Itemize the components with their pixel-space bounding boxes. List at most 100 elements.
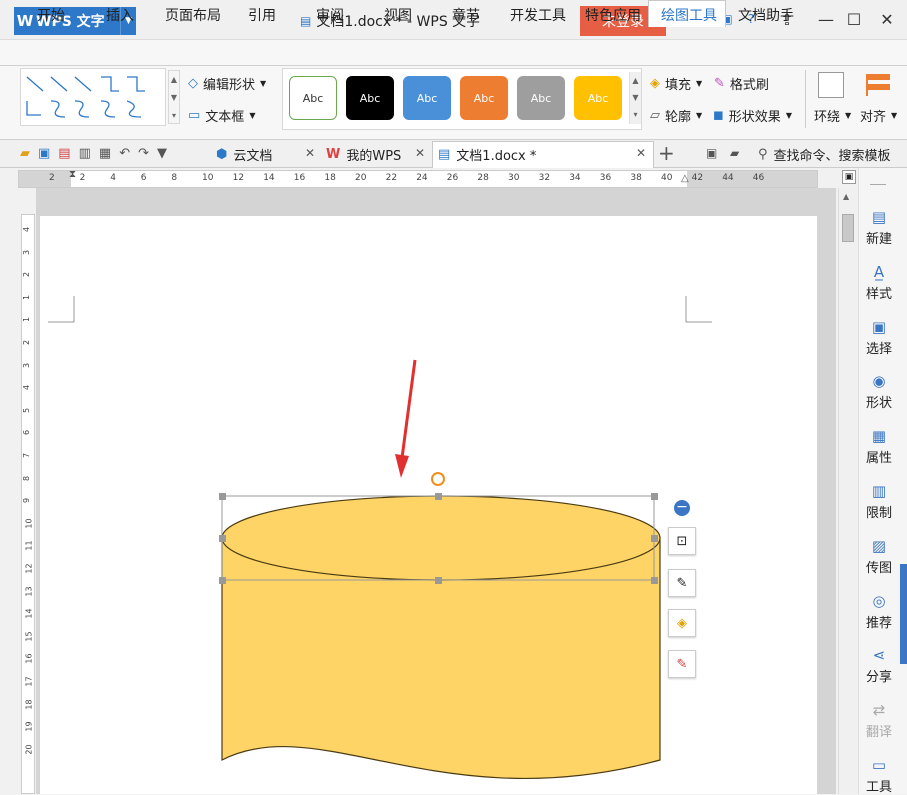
pane-toggle-icon[interactable]: ▣ bbox=[842, 170, 856, 184]
undo-icon[interactable]: ↶ bbox=[119, 146, 138, 161]
menu-page-layout[interactable]: 页面布局 bbox=[165, 5, 221, 25]
shape-style-2[interactable]: Abc bbox=[346, 76, 394, 120]
shape-top[interactable] bbox=[221, 495, 661, 581]
shape-style-1[interactable]: Abc bbox=[289, 76, 337, 120]
pane-item-share[interactable]: ⋖ 分享 bbox=[858, 646, 900, 685]
tab-mywps[interactable]: W 我的WPS bbox=[326, 142, 401, 166]
outline-label: 轮廓 bbox=[665, 110, 692, 125]
pane-expand-handle[interactable] bbox=[900, 564, 907, 664]
chevron-down-icon: ▼ bbox=[249, 111, 256, 120]
vertical-scrollbar[interactable]: ▲ bbox=[838, 188, 856, 794]
menu-references[interactable]: 引用 bbox=[248, 5, 276, 25]
align-button[interactable]: 对齐 ▼ bbox=[860, 106, 897, 125]
style-scroll[interactable]: ▲ ▼ ▾ bbox=[629, 72, 641, 124]
close-button[interactable]: ✕ bbox=[876, 8, 898, 32]
new-tab-icon[interactable]: + bbox=[658, 141, 675, 165]
command-search-label: 查找命令、搜索模板 bbox=[773, 148, 891, 164]
export-pdf-icon[interactable]: ▤ bbox=[58, 146, 78, 161]
menu-developer[interactable]: 开发工具 bbox=[510, 5, 566, 25]
fill-button[interactable]: ◈ 填充 ▼ bbox=[650, 74, 702, 93]
pane-item-label: 形状 bbox=[865, 396, 892, 412]
pane-item-property[interactable]: ▦ 属性 bbox=[858, 427, 900, 466]
pane-item-select[interactable]: ▣ 选择 bbox=[858, 318, 900, 357]
menu-home[interactable]: 开始 bbox=[37, 5, 65, 25]
menu-review[interactable]: 审阅 bbox=[316, 5, 344, 25]
right-indent-marker[interactable]: △ bbox=[681, 173, 689, 184]
text-box-icon: ▭ bbox=[188, 108, 201, 123]
menu-special[interactable]: 特色应用 bbox=[585, 5, 641, 25]
shape-style-3[interactable]: Abc bbox=[403, 76, 451, 120]
tab-cloud-docs[interactable]: ⬢ 云文档 bbox=[216, 142, 272, 166]
edit-shape-button[interactable]: ◇ 编辑形状 ▼ bbox=[188, 74, 266, 93]
scroll-up-icon[interactable]: ▲ bbox=[843, 192, 849, 201]
chevron-down-icon[interactable]: ▼ bbox=[157, 146, 175, 161]
format-brush-button[interactable]: ✎ 格式刷 bbox=[714, 74, 769, 93]
ruler-tick-label: 20 bbox=[355, 173, 367, 183]
outline-pen-icon[interactable]: ✎ bbox=[668, 650, 696, 678]
shape-effect-icon: ◼ bbox=[713, 108, 724, 123]
scroll-thumb[interactable] bbox=[842, 214, 854, 242]
collapse-minus-icon[interactable]: − bbox=[674, 500, 690, 516]
ruler-tick-label: 16 bbox=[293, 173, 306, 183]
ruler-tick-label: 16 bbox=[24, 653, 34, 664]
document-icon: ▤ bbox=[300, 14, 312, 28]
tab-document[interactable]: ▤ 文档1.docx * bbox=[438, 142, 536, 166]
pane-item-shape[interactable]: ◉ 形状 bbox=[858, 372, 900, 411]
line-shapes-gallery[interactable] bbox=[20, 68, 166, 126]
pane-item-style[interactable]: A̲ 样式 bbox=[858, 263, 900, 302]
maximize-button[interactable]: ☐ bbox=[843, 8, 865, 32]
menu-chapter[interactable]: 章节 bbox=[452, 5, 480, 25]
open-icon[interactable]: ▰ bbox=[20, 146, 38, 161]
tools-icon: ▭ bbox=[871, 756, 887, 774]
menu-insert[interactable]: 插入 bbox=[106, 5, 134, 25]
share-icon: ⋖ bbox=[872, 646, 886, 665]
pane-item-translate[interactable]: ⇄ 翻译 bbox=[858, 701, 900, 740]
pane-item-label: 样式 bbox=[865, 286, 892, 302]
minimize-button[interactable]: — bbox=[815, 8, 837, 32]
pane-item-restrict[interactable]: ▥ 限制 bbox=[858, 482, 900, 521]
indent-marker[interactable]: ⧗ bbox=[69, 169, 76, 180]
pane-item-upload-image[interactable]: ▨ 传图 bbox=[858, 537, 900, 576]
shape-style-5[interactable]: Abc bbox=[517, 76, 565, 120]
brush-icon: ✎ bbox=[714, 76, 725, 91]
shape-effect-button[interactable]: ◼ 形状效果 ▼ bbox=[713, 106, 792, 125]
save-icon[interactable]: ▣ bbox=[38, 146, 58, 161]
wrap-button[interactable]: 环绕 ▼ bbox=[814, 106, 851, 125]
close-tab-icon[interactable]: ✕ bbox=[636, 146, 646, 160]
ruler-tick-label: 36 bbox=[599, 173, 612, 183]
print-icon[interactable]: ▥ bbox=[79, 146, 99, 161]
ruler-tick-label: 11 bbox=[24, 540, 34, 551]
menu-doc-assistant[interactable]: 文档助手 bbox=[738, 5, 794, 25]
text-box-button[interactable]: ▭ 文本框 ▼ bbox=[188, 106, 255, 125]
pane-item-recommend[interactable]: ◎ 推荐 bbox=[858, 592, 900, 631]
ruler-tick-label: 1 bbox=[22, 294, 32, 300]
tab-list-icon[interactable]: ▰ bbox=[730, 146, 739, 160]
shape-style-4[interactable]: Abc bbox=[460, 76, 508, 120]
chevron-down-icon: ▼ bbox=[845, 111, 852, 120]
print-preview-icon[interactable]: ▦ bbox=[99, 146, 119, 161]
wps-logo-icon: W bbox=[16, 12, 34, 30]
close-tab-icon[interactable]: ✕ bbox=[305, 146, 315, 160]
redo-icon[interactable]: ↷ bbox=[138, 146, 157, 161]
fill-bucket-icon[interactable]: ◈ bbox=[668, 609, 696, 637]
edit-shape-icon: ◇ bbox=[188, 76, 198, 91]
shape-style-6[interactable]: Abc bbox=[574, 76, 622, 120]
pane-item-tools[interactable]: ▭ 工具 bbox=[858, 756, 900, 795]
layout-options-icon[interactable]: ⊡ bbox=[668, 527, 696, 555]
rotate-handle[interactable] bbox=[431, 472, 445, 486]
edit-shape-quick-icon[interactable]: ✎ bbox=[668, 569, 696, 597]
menu-drawing-tools[interactable]: 绘图工具 bbox=[661, 5, 717, 25]
ruler-tick-label: 8 bbox=[22, 475, 32, 481]
quick-access-toolbar[interactable]: ▰▣▤▥▦↶↷▼ bbox=[20, 146, 175, 161]
gallery-scroll[interactable]: ▲ ▼ ▾ bbox=[168, 70, 180, 124]
document-icon: ▤ bbox=[438, 146, 451, 162]
close-tab-icon[interactable]: ✕ bbox=[415, 146, 425, 160]
menu-view[interactable]: 视图 bbox=[384, 5, 412, 25]
outline-button[interactable]: ▱ 轮廓 ▼ bbox=[650, 106, 702, 125]
ruler-tick-label: 3 bbox=[22, 249, 32, 255]
pin-icon[interactable]: ▣ bbox=[706, 146, 717, 160]
ruler-tick-label: 28 bbox=[477, 173, 489, 183]
command-search[interactable]: ⚲ 查找命令、搜索模板 bbox=[758, 142, 891, 166]
pane-item-new[interactable]: ▤ 新建 bbox=[858, 208, 900, 247]
flowchart-storage-shape[interactable] bbox=[200, 350, 680, 794]
